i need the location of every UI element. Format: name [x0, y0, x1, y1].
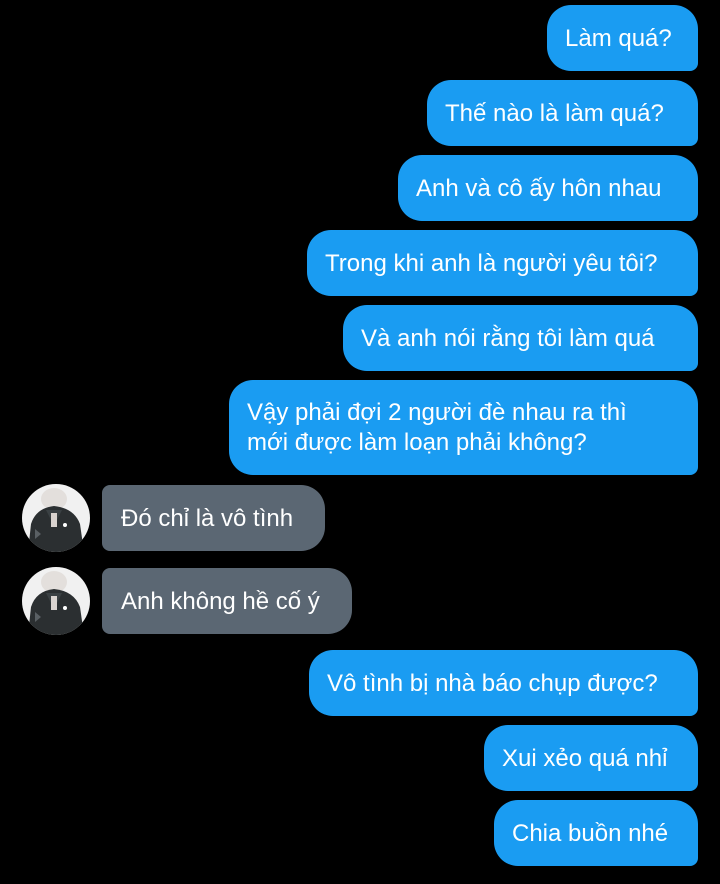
outgoing-message[interactable]: Chia buồn nhé [494, 800, 698, 866]
outgoing-message[interactable]: Trong khi anh là người yêu tôi? [307, 230, 698, 296]
outgoing-message[interactable]: Và anh nói rằng tôi làm quá [343, 305, 698, 371]
contact-avatar[interactable] [22, 567, 90, 635]
contact-avatar[interactable] [22, 484, 90, 552]
person-in-hooded-jacket-avatar-icon [22, 567, 90, 635]
outgoing-message[interactable]: Thế nào là làm quá? [427, 80, 698, 146]
incoming-message[interactable]: Đó chỉ là vô tình [102, 485, 325, 551]
outgoing-message[interactable]: Vô tình bị nhà báo chụp được? [309, 650, 698, 716]
person-in-hooded-jacket-avatar-icon [22, 484, 90, 552]
outgoing-message[interactable]: Làm quá? [547, 5, 698, 71]
outgoing-message[interactable]: Anh và cô ấy hôn nhau [398, 155, 698, 221]
incoming-message[interactable]: Anh không hề cố ý [102, 568, 352, 634]
outgoing-message[interactable]: Xui xẻo quá nhỉ [484, 725, 698, 791]
outgoing-message[interactable]: Vậy phải đợi 2 người đè nhau ra thì mới … [229, 380, 698, 475]
